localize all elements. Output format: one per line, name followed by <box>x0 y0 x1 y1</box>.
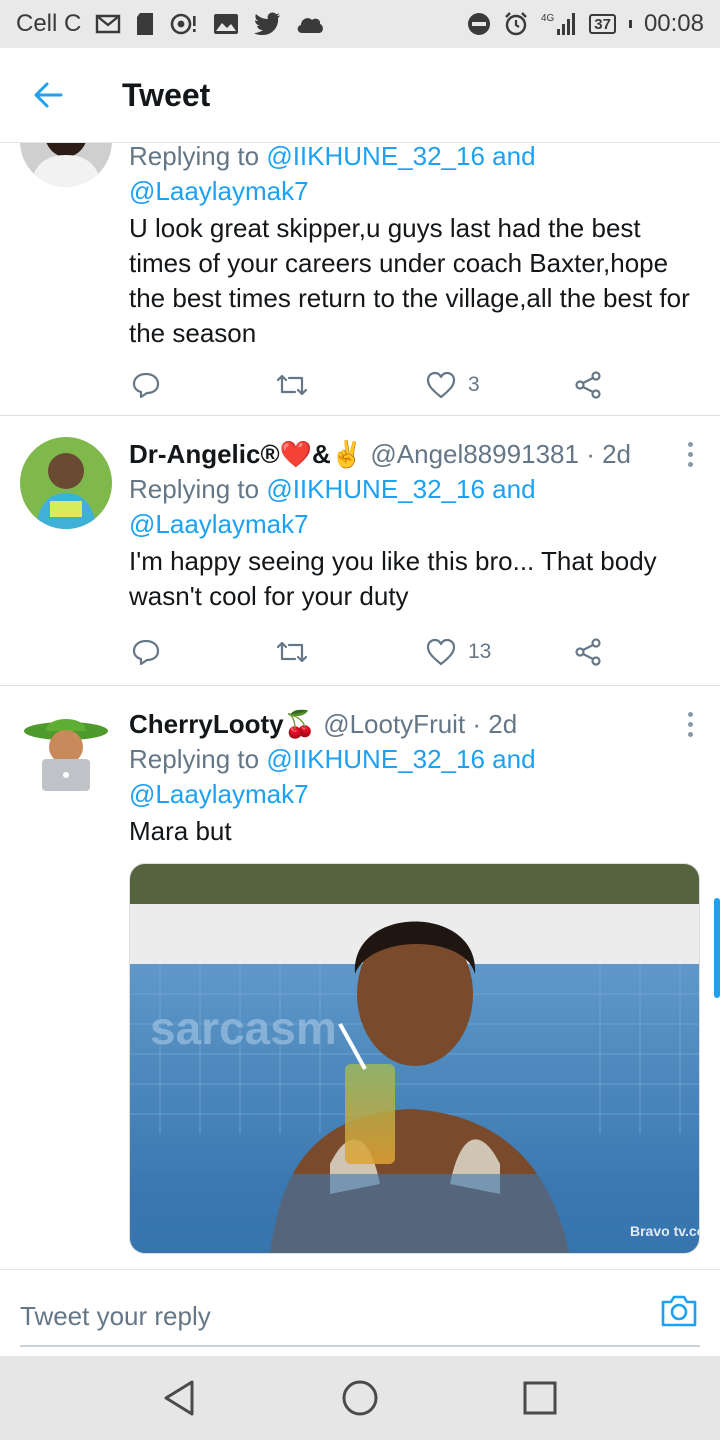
avatar[interactable] <box>20 143 112 187</box>
recents-square-icon <box>523 1381 557 1415</box>
share-button[interactable] <box>574 638 602 666</box>
tweet-header: Dr-Angelic®❤️&✌️ @Angel88991381 · 2d <box>129 437 699 472</box>
battery-level: 37 <box>594 15 611 33</box>
reply-button[interactable] <box>132 371 160 399</box>
arrow-left-icon <box>34 82 63 108</box>
tweet-media-image[interactable]: sarcasm Bravo tv.com <box>129 863 700 1254</box>
reply-icon <box>132 639 160 666</box>
reply-prefix: Replying to <box>129 474 260 504</box>
reply-feed[interactable]: Replying to @IIKHUNE_32_16 and @Laaylaym… <box>0 143 720 1269</box>
svg-text:4G: 4G <box>541 13 555 24</box>
like-button[interactable]: 13 <box>426 638 491 666</box>
replying-to: Replying to @IIKHUNE_32_16 and @Laaylaym… <box>129 472 699 542</box>
signal-icon: 4G <box>541 11 577 37</box>
more-icon[interactable] <box>686 712 694 737</box>
media-watermark: Bravo tv.com <box>630 1223 700 1239</box>
scroll-indicator[interactable] <box>714 898 720 998</box>
retweet-icon <box>276 641 308 663</box>
cloud-icon <box>295 14 325 34</box>
reply-prefix: Replying to <box>129 143 260 171</box>
like-count: 13 <box>468 640 492 663</box>
mention-link[interactable]: @IIKHUNE_32_16 <box>266 744 485 774</box>
dnd-icon <box>467 12 491 36</box>
back-triangle-icon <box>164 1380 194 1416</box>
retweet-button[interactable] <box>275 372 309 398</box>
mention-link[interactable]: @Laaylaymak7 <box>129 779 309 809</box>
tweet-2[interactable]: Dr-Angelic®❤️&✌️ @Angel88991381 · 2d Rep… <box>0 416 720 686</box>
avatar[interactable] <box>20 437 112 529</box>
top-app-bar: Tweet <box>0 48 720 143</box>
reply-composer <box>0 1269 720 1356</box>
clock: 00:08 <box>643 10 704 37</box>
system-nav-bar <box>0 1356 720 1440</box>
retweet-icon <box>276 374 308 396</box>
media-overlay-text: sarcasm <box>150 1002 337 1054</box>
page-title: Tweet <box>122 76 211 113</box>
camera-icon <box>661 1295 697 1327</box>
like-button[interactable]: 3 <box>426 371 480 399</box>
heart-icon <box>426 371 456 399</box>
reply-prefix: Replying to <box>129 744 260 774</box>
back-button[interactable] <box>0 48 96 143</box>
tweet-text: Mara but <box>129 816 232 846</box>
timestamp: · 2d <box>586 439 631 469</box>
twitter-bird-icon <box>253 12 281 36</box>
tweet-text: I'm happy seeing you like this bro... Th… <box>129 546 657 611</box>
retweet-button[interactable] <box>275 639 309 665</box>
reply-button[interactable] <box>132 638 160 666</box>
reply-underline <box>20 1345 700 1347</box>
tweet-header: CherryLooty🍒 @LootyFruit · 2d <box>129 707 699 742</box>
carrier-label: Cell C <box>16 10 82 37</box>
user-handle[interactable]: @LootyFruit <box>323 709 465 739</box>
nav-home-button[interactable] <box>340 1378 380 1418</box>
alarm-icon <box>503 11 529 37</box>
reply-and: and <box>492 143 536 171</box>
mention-link[interactable]: @IIKHUNE_32_16 <box>266 474 485 504</box>
replying-to: Replying to @IIKHUNE_32_16 and @Laaylaym… <box>129 742 699 812</box>
nav-back-button[interactable] <box>160 1378 200 1418</box>
battery-icon: 37 <box>589 14 616 34</box>
mention-link[interactable]: @Laaylaymak7 <box>129 509 309 539</box>
user-handle[interactable]: @Angel88991381 <box>370 439 579 469</box>
more-icon[interactable] <box>686 442 694 467</box>
gmail-icon <box>95 13 121 35</box>
tweet-1[interactable]: Replying to @IIKHUNE_32_16 and @Laaylaym… <box>0 143 720 416</box>
notification-icon <box>169 12 199 36</box>
gallery-icon <box>213 13 239 35</box>
battery-nub <box>628 20 632 28</box>
replying-to: Replying to @IIKHUNE_32_16 and @Laaylaym… <box>129 143 699 209</box>
heart-icon <box>426 638 456 666</box>
home-circle-icon <box>342 1380 378 1416</box>
share-button[interactable] <box>574 371 602 399</box>
tweet-actions: 13 <box>130 632 610 672</box>
sd-card-icon <box>135 12 155 36</box>
timestamp: · 2d <box>472 709 518 739</box>
nav-recents-button[interactable] <box>520 1378 560 1418</box>
display-name[interactable]: Dr-Angelic®❤️&✌️ <box>129 439 363 469</box>
display-name[interactable]: CherryLooty🍒 <box>129 709 316 739</box>
tweet-text: U look great skipper,u guys last had the… <box>129 213 690 348</box>
share-icon <box>575 638 601 666</box>
reply-and: and <box>492 744 536 774</box>
share-icon <box>575 371 601 399</box>
reply-input[interactable] <box>20 1286 640 1346</box>
mention-link[interactable]: @IIKHUNE_32_16 <box>266 143 485 171</box>
avatar[interactable] <box>20 707 112 799</box>
mention-link[interactable]: @Laaylaymak7 <box>129 176 309 206</box>
camera-button[interactable] <box>660 1292 698 1330</box>
reply-and: and <box>492 474 536 504</box>
status-bar: Cell C 4G 37 00:08 <box>0 0 720 48</box>
reply-icon <box>132 372 160 399</box>
tweet-actions: 3 <box>130 365 610 405</box>
like-count: 3 <box>468 373 480 396</box>
